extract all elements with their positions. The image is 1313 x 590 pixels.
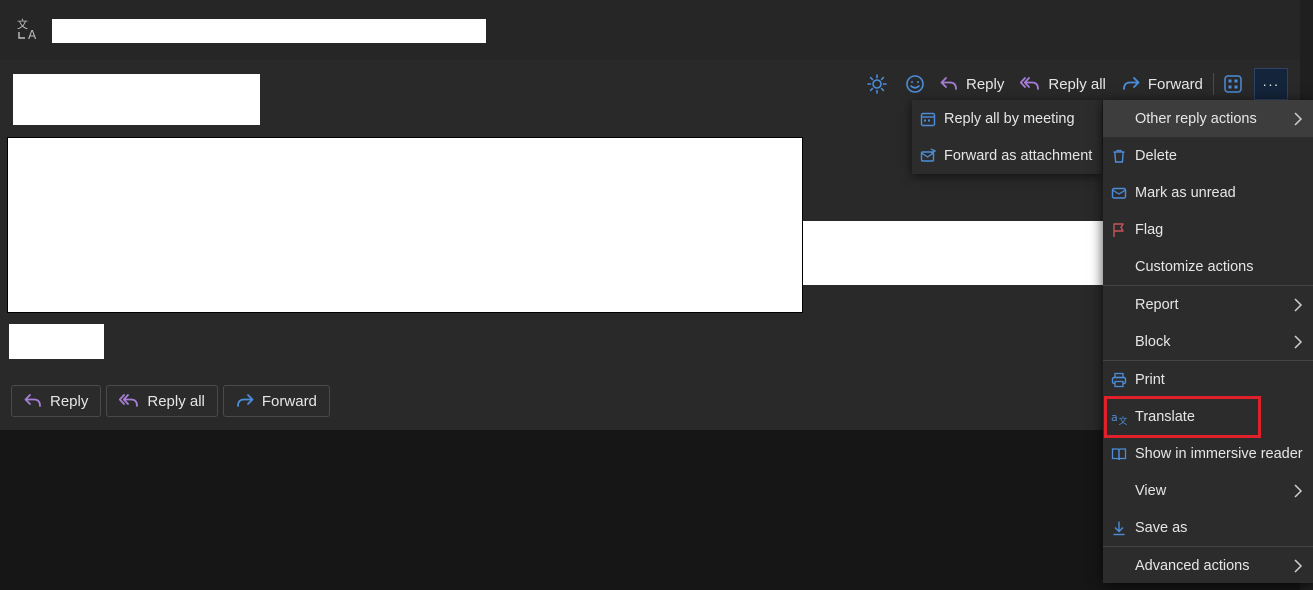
calendar-reply-icon xyxy=(920,112,936,127)
bottom-reply-all-label: Reply all xyxy=(147,392,205,410)
mail-reading-pane: 文 A Reply Reply all Forward ··· Reply Re… xyxy=(0,0,1313,590)
svg-text:文: 文 xyxy=(17,17,28,31)
menu-item-forward-as-attachment[interactable]: Forward as attachment xyxy=(912,137,1102,174)
download-icon xyxy=(1113,521,1125,536)
reply-all-icon xyxy=(1020,77,1040,90)
svg-text:A: A xyxy=(28,28,37,42)
menu-item-save-as[interactable]: Save as xyxy=(1103,509,1313,546)
menu-item-print[interactable]: Print xyxy=(1103,361,1313,398)
menu-item-reply-all-by-meeting[interactable]: Reply all by meeting xyxy=(912,100,1102,137)
menu-item-view[interactable]: View xyxy=(1103,472,1313,509)
immersive-reader-icon xyxy=(1111,448,1127,461)
translate-icon: a 文 xyxy=(1111,411,1128,425)
envelope-icon xyxy=(1111,187,1127,199)
menu-item-flag[interactable]: Flag xyxy=(1103,211,1313,248)
bottom-forward-label: Forward xyxy=(261,392,317,410)
bottom-reply-all-button[interactable]: Reply all xyxy=(106,385,218,417)
menu-item-label: Reply all by meeting xyxy=(944,110,1075,127)
chevron-right-icon xyxy=(1294,559,1303,573)
redacted-body-extension xyxy=(803,221,1103,285)
bottom-reply-label: Reply xyxy=(50,392,89,410)
menu-item-label: Block xyxy=(1135,333,1171,350)
toolbar-reply-label: Reply xyxy=(966,75,1005,93)
flag-icon xyxy=(1113,223,1124,237)
toolbar-forward-label: Forward xyxy=(1147,75,1203,93)
menu-item-block[interactable]: Block xyxy=(1103,323,1313,360)
mail-forward-icon xyxy=(920,148,936,162)
toolbar-divider xyxy=(1212,73,1214,95)
emoji-icon[interactable] xyxy=(900,68,930,100)
redacted-subject xyxy=(52,19,486,43)
redacted-sender xyxy=(13,74,260,125)
svg-text:a: a xyxy=(1111,411,1118,424)
menu-item-show-in-immersive-reader[interactable]: Show in immersive reader xyxy=(1103,435,1313,472)
menu-item-label: Other reply actions xyxy=(1135,110,1257,127)
redacted-signature xyxy=(9,324,104,359)
more-icon: ··· xyxy=(1262,76,1280,92)
menu-item-report[interactable]: Report xyxy=(1103,286,1313,323)
toolbar-reply-button[interactable]: Reply xyxy=(934,68,1010,100)
menu-item-delete[interactable]: Delete xyxy=(1103,137,1313,174)
apps-icon[interactable] xyxy=(1218,68,1248,100)
bottom-forward-button[interactable]: Forward xyxy=(222,385,330,417)
menu-item-label: Forward as attachment xyxy=(944,147,1093,164)
redacted-body-block xyxy=(7,137,803,313)
svg-text:文: 文 xyxy=(1119,415,1128,425)
menu-item-advanced-actions[interactable]: Advanced actions xyxy=(1103,547,1313,584)
more-actions-menu: Other reply actions Delete Mark as unrea… xyxy=(1103,100,1313,583)
menu-item-translate[interactable]: a 文 Translate xyxy=(1103,398,1313,435)
message-toolbar: Reply Reply all Forward ··· xyxy=(862,68,1288,100)
bottom-action-bar: Reply Reply all Forward xyxy=(11,385,330,417)
translate-icon[interactable]: 文 A xyxy=(16,16,42,42)
toolbar-reply-all-label: Reply all xyxy=(1048,75,1106,93)
toolbar-reply-all-button[interactable]: Reply all xyxy=(1014,68,1112,100)
forward-icon xyxy=(236,394,254,407)
forward-icon xyxy=(1122,77,1140,90)
menu-item-label: Customize actions xyxy=(1135,258,1254,275)
trash-icon xyxy=(1113,149,1125,163)
reply-all-icon xyxy=(119,394,139,407)
reply-icon xyxy=(24,394,41,407)
message-header: 文 A xyxy=(0,0,1300,61)
menu-item-label: Delete xyxy=(1135,147,1177,164)
bottom-reply-button[interactable]: Reply xyxy=(11,385,102,417)
toolbar-forward-button[interactable]: Forward xyxy=(1116,68,1209,100)
brightness-icon[interactable] xyxy=(862,68,892,100)
menu-item-label: Show in immersive reader xyxy=(1135,445,1303,462)
reply-icon xyxy=(940,77,957,90)
menu-item-other-reply-actions[interactable]: Other reply actions xyxy=(1103,100,1313,137)
menu-item-label: Advanced actions xyxy=(1135,557,1250,574)
chevron-right-icon xyxy=(1294,484,1303,498)
menu-item-label: Flag xyxy=(1135,221,1164,238)
printer-icon xyxy=(1111,372,1127,388)
chevron-right-icon xyxy=(1294,335,1303,349)
menu-item-label: Print xyxy=(1135,371,1165,388)
menu-item-mark-as-unread[interactable]: Mark as unread xyxy=(1103,174,1313,211)
menu-item-label: Translate xyxy=(1135,408,1195,425)
menu-item-label: Save as xyxy=(1135,519,1188,536)
chevron-right-icon xyxy=(1294,112,1303,126)
more-actions-button[interactable]: ··· xyxy=(1253,68,1288,100)
other-reply-actions-submenu: Reply all by meeting Forward as attachme… xyxy=(912,100,1102,174)
chevron-right-icon xyxy=(1294,298,1303,312)
menu-item-label: Mark as unread xyxy=(1135,184,1236,201)
menu-item-customize-actions[interactable]: Customize actions xyxy=(1103,248,1313,285)
menu-item-label: View xyxy=(1135,482,1167,499)
menu-item-label: Report xyxy=(1135,296,1179,313)
